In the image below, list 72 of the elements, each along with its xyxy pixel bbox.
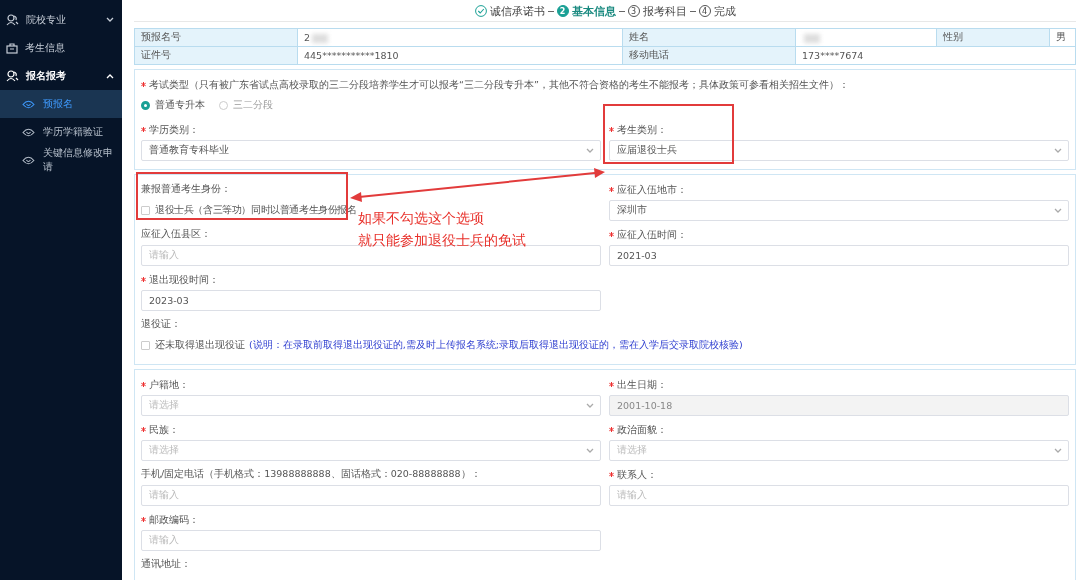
required-asterisk-icon bbox=[609, 472, 614, 477]
select-field[interactable]: 普通教育专科毕业 bbox=[141, 140, 601, 161]
chevron-icon bbox=[106, 73, 114, 79]
required-asterisk-icon bbox=[141, 277, 146, 282]
chevron-icon bbox=[1054, 447, 1062, 454]
field-label: 民族： bbox=[141, 422, 179, 437]
input-field[interactable]: 2021-03 bbox=[609, 245, 1069, 266]
field-label: 姓名 bbox=[629, 31, 649, 42]
step-label: 诚信承诺书 bbox=[489, 3, 545, 19]
chevron-icon bbox=[1054, 147, 1062, 154]
checkbox-option[interactable]: 还未取得退出现役证 bbox=[141, 339, 245, 352]
sidebar-item[interactable]: 报名报考 bbox=[0, 62, 122, 90]
required-asterisk-icon bbox=[141, 82, 146, 87]
field-label: 应征入伍地市： bbox=[609, 182, 687, 197]
step-label: 基本信息 bbox=[571, 3, 616, 19]
field-value: 男 bbox=[1056, 31, 1066, 42]
step-label: 报考科目 bbox=[642, 3, 687, 19]
field-label: 出生日期： bbox=[609, 377, 667, 392]
field-label: 政治面貌： bbox=[609, 422, 667, 437]
chevron-icon bbox=[106, 17, 114, 23]
field-label: 退出现役时间： bbox=[141, 272, 219, 287]
field-label: 应征入伍县区： bbox=[141, 227, 211, 241]
field-label: 应征入伍时间： bbox=[609, 227, 687, 242]
select-field[interactable]: 深圳市 bbox=[609, 200, 1069, 221]
people-icon bbox=[6, 14, 19, 26]
select-field[interactable]: 应届退役士兵 bbox=[609, 140, 1069, 161]
required-asterisk-icon bbox=[609, 427, 614, 432]
required-asterisk-icon bbox=[609, 232, 614, 237]
step-number: 2 bbox=[556, 5, 569, 17]
field-label: 考生类别： bbox=[609, 122, 667, 137]
field-value: 2 bbox=[304, 32, 311, 43]
input-field[interactable]: 2023-03 bbox=[141, 290, 601, 311]
field-label: 兼报普通考生身份： bbox=[141, 182, 231, 196]
eye-icon bbox=[22, 99, 35, 109]
note-text: (说明：在录取前取得退出现役证的,需及时上传报名系统;录取后取得退出现役证的，需在入学后交录取院校核验) bbox=[249, 339, 743, 352]
field-label: 通讯地址： bbox=[141, 557, 191, 571]
sidebar-subitem[interactable]: 预报名 bbox=[0, 90, 122, 118]
people-icon bbox=[6, 70, 19, 82]
sidebar-subitem[interactable]: 学历学籍验证 bbox=[0, 118, 122, 146]
field-value: 173****7674 bbox=[802, 50, 864, 61]
checkbox-option[interactable]: 退役士兵（含三等功）同时以普通考生身份报名 bbox=[141, 204, 357, 217]
required-asterisk-icon bbox=[609, 382, 614, 387]
field-label: 证件号 bbox=[141, 49, 171, 60]
field-label: 学历类别： bbox=[141, 122, 199, 137]
required-asterisk-icon bbox=[141, 427, 146, 432]
eye-icon bbox=[22, 155, 35, 165]
chevron-icon bbox=[1054, 207, 1062, 214]
field-label: 性别 bbox=[943, 31, 963, 42]
field-label: 考试类型（只有被广东省试点高校录取的三二分段培养学生才可以报考“三二分段专升本”，其他不符合资格的考生不能报考；具体政策可参看相关招生文件）： bbox=[141, 77, 849, 92]
field-label: 预报名号 bbox=[141, 31, 181, 42]
field-label: 联系人： bbox=[609, 467, 657, 482]
required-asterisk-icon bbox=[141, 127, 146, 132]
required-asterisk-icon bbox=[609, 187, 614, 192]
eye-icon bbox=[22, 127, 35, 137]
required-asterisk-icon bbox=[141, 517, 146, 522]
step-label: 完成 bbox=[713, 3, 736, 19]
chevron-icon bbox=[586, 147, 594, 154]
sidebar-item[interactable]: 考生信息 bbox=[0, 34, 122, 62]
briefcase-icon bbox=[6, 42, 18, 54]
sidebar-item[interactable]: 院校专业 bbox=[0, 6, 122, 34]
field-value: 445***********1810 bbox=[304, 50, 399, 61]
field-label: 手机/固定电话（手机格式：13988888888、固话格式：020-88888888）： bbox=[141, 467, 481, 481]
required-asterisk-icon bbox=[609, 127, 614, 132]
field-label: 邮政编码： bbox=[141, 512, 199, 527]
chevron-icon bbox=[586, 447, 594, 454]
field-label: 退役证： bbox=[141, 317, 181, 331]
field-label: 户籍地： bbox=[141, 377, 189, 392]
radio-option[interactable]: 普通专升本 bbox=[141, 99, 205, 112]
required-asterisk-icon bbox=[141, 382, 146, 387]
chevron-icon bbox=[586, 402, 594, 409]
field-label: 移动电话 bbox=[629, 49, 669, 60]
sidebar-subitem[interactable]: 关键信息修改申请 bbox=[0, 146, 122, 174]
